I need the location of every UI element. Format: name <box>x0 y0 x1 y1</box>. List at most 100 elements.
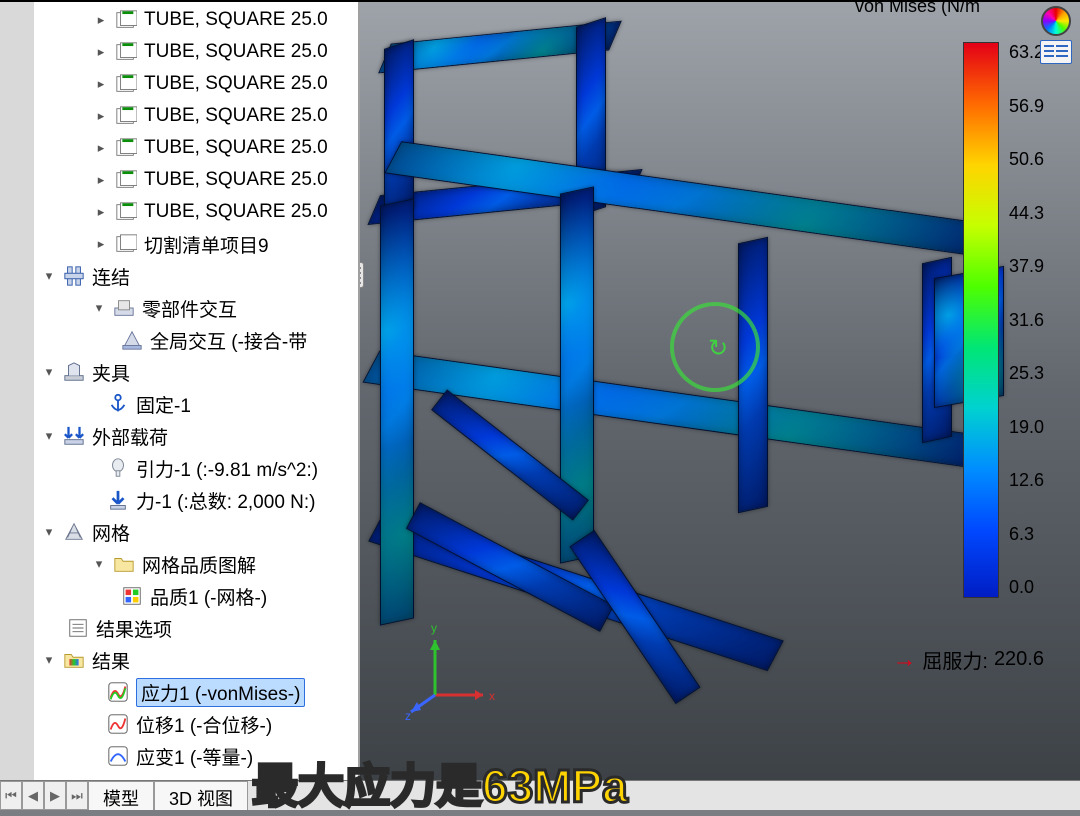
tree-item-fixed[interactable]: 固定-1 <box>34 388 358 420</box>
chevron-down-icon[interactable] <box>42 268 56 284</box>
tree-item-tube[interactable]: TUBE, SQUARE 25.0 <box>34 132 358 164</box>
chevron-down-icon[interactable] <box>92 300 106 316</box>
tree-item-displacement[interactable]: 位移1 (-合位移-) <box>34 708 358 740</box>
tree-item-mesh[interactable]: 网格 <box>34 516 358 548</box>
chevron-right-icon[interactable] <box>94 44 108 60</box>
feature-tree[interactable]: TUBE, SQUARE 25.0 TUBE, SQUARE 25.0 TUBE… <box>34 2 358 780</box>
legend-value: 37.9 <box>1009 256 1044 277</box>
legend-value: 56.9 <box>1009 96 1044 117</box>
yield-value: 220.6 <box>994 648 1044 671</box>
plot-title: von Mises (N/m <box>855 2 980 17</box>
folder-icon <box>112 552 136 576</box>
weldment-icon <box>114 200 138 224</box>
weldment-icon <box>114 8 138 32</box>
strain-plot-icon <box>106 744 130 768</box>
tree-item-results[interactable]: 结果 <box>34 644 358 676</box>
color-wheel-icon[interactable] <box>1041 6 1071 36</box>
chevron-right-icon[interactable] <box>94 204 108 220</box>
orientation-triad[interactable]: x y z <box>405 620 505 720</box>
feature-tree-panel: TUBE, SQUARE 25.0 TUBE, SQUARE 25.0 TUBE… <box>0 2 360 780</box>
tab-last-button[interactable]: ⏭ <box>66 781 88 810</box>
tree-item-loads[interactable]: 外部载荷 <box>34 420 358 452</box>
overlay-caption: 最大应力是63MPa <box>252 750 628 816</box>
legend-value: 6.3 <box>1009 524 1044 545</box>
tree-label: TUBE, SQUARE 25.0 <box>144 201 328 223</box>
tab-next-button[interactable]: ▶ <box>44 781 66 810</box>
weldment-icon <box>114 72 138 96</box>
graphics-viewport[interactable]: von Mises (N/m x y <box>360 2 1080 780</box>
arrow-right-icon: → <box>892 646 916 674</box>
tree-item-tube[interactable]: TUBE, SQUARE 25.0 <box>34 164 358 196</box>
weldment-icon <box>114 104 138 128</box>
tree-item-stress[interactable]: 应力1 (-vonMises-) <box>34 676 358 708</box>
tree-item-connections[interactable]: 连结 <box>34 260 358 292</box>
tree-item-global-contact[interactable]: 全局交互 (-接合-带 <box>34 324 358 356</box>
tree-item-result-options[interactable]: 结果选项 <box>34 612 358 644</box>
contact-icon <box>112 296 136 320</box>
rotate-cursor-icon <box>670 302 760 392</box>
chevron-right-icon[interactable] <box>94 12 108 28</box>
tree-label: 连结 <box>92 263 130 290</box>
tab-prev-button[interactable]: ◀ <box>22 781 44 810</box>
tree-label: 切割清单项目9 <box>144 231 269 258</box>
tree-item-tube[interactable]: TUBE, SQUARE 25.0 <box>34 196 358 228</box>
tab-3dview[interactable]: 3D 视图 <box>154 781 248 810</box>
tab-first-button[interactable]: ⏮ <box>0 781 22 810</box>
connection-icon <box>62 264 86 288</box>
anchor-icon <box>106 392 130 416</box>
tree-label: TUBE, SQUARE 25.0 <box>144 73 328 95</box>
svg-text:z: z <box>405 709 411 720</box>
gravity-icon <box>106 456 130 480</box>
tree-label: 外部载荷 <box>92 423 168 450</box>
force-icon <box>106 488 130 512</box>
tree-label: TUBE, SQUARE 25.0 <box>144 41 328 63</box>
legend-options-button[interactable] <box>1040 40 1072 64</box>
tree-label: TUBE, SQUARE 25.0 <box>144 169 328 191</box>
legend-value: 44.3 <box>1009 203 1044 224</box>
yield-strength-label: → 屈服力: 220.6 <box>892 645 1044 674</box>
tree-item-gravity[interactable]: 引力-1 (:-9.81 m/s^2:) <box>34 452 358 484</box>
tree-item-component-contact[interactable]: 零部件交互 <box>34 292 358 324</box>
tree-item-tube[interactable]: TUBE, SQUARE 25.0 <box>34 68 358 100</box>
tree-item-tube[interactable]: TUBE, SQUARE 25.0 <box>34 4 358 36</box>
chevron-right-icon[interactable] <box>94 108 108 124</box>
tree-item-force[interactable]: 力-1 (:总数: 2,000 N:) <box>34 484 358 516</box>
chevron-right-icon[interactable] <box>94 140 108 156</box>
tree-label: 结果选项 <box>96 615 172 642</box>
tree-label: TUBE, SQUARE 25.0 <box>144 137 328 159</box>
tree-item-mesh-quality-plot[interactable]: 网格品质图解 <box>34 548 358 580</box>
tree-label: 引力-1 (:-9.81 m/s^2:) <box>136 455 318 482</box>
tree-label: 结果 <box>92 647 130 674</box>
options-icon <box>66 616 90 640</box>
tree-item-mesh-quality-item[interactable]: 品质1 (-网格-) <box>34 580 358 612</box>
tree-label: TUBE, SQUARE 25.0 <box>144 105 328 127</box>
chevron-down-icon[interactable] <box>92 556 106 572</box>
results-icon <box>62 648 86 672</box>
chevron-down-icon[interactable] <box>42 428 56 444</box>
tab-model[interactable]: 模型 <box>88 781 154 810</box>
color-legend[interactable]: 63.2 56.9 50.6 44.3 37.9 31.6 25.3 19.0 … <box>963 42 1044 598</box>
weldment-icon <box>114 232 138 256</box>
tree-label: 力-1 (:总数: 2,000 N:) <box>136 487 316 514</box>
chevron-right-icon[interactable] <box>94 76 108 92</box>
tree-label: 网格 <box>92 519 130 546</box>
weldment-icon <box>114 136 138 160</box>
chevron-right-icon[interactable] <box>94 236 108 252</box>
chevron-down-icon[interactable] <box>42 524 56 540</box>
displacement-plot-icon <box>106 712 130 736</box>
tree-item-cutlist[interactable]: 切割清单项目9 <box>34 228 358 260</box>
tree-label: 零部件交互 <box>142 295 237 322</box>
tree-item-tube[interactable]: TUBE, SQUARE 25.0 <box>34 100 358 132</box>
stress-plot-icon <box>106 680 130 704</box>
tab-nav-buttons: ⏮ ◀ ▶ ⏭ <box>0 781 88 810</box>
chevron-down-icon[interactable] <box>42 364 56 380</box>
svg-text:y: y <box>431 621 437 635</box>
tree-item-tube[interactable]: TUBE, SQUARE 25.0 <box>34 36 358 68</box>
tree-label: 位移1 (-合位移-) <box>136 711 272 738</box>
fixture-icon <box>62 360 86 384</box>
mesh-icon <box>62 520 86 544</box>
chevron-down-icon[interactable] <box>42 652 56 668</box>
tree-item-fixtures[interactable]: 夹具 <box>34 356 358 388</box>
chevron-right-icon[interactable] <box>94 172 108 188</box>
weldment-icon <box>114 168 138 192</box>
